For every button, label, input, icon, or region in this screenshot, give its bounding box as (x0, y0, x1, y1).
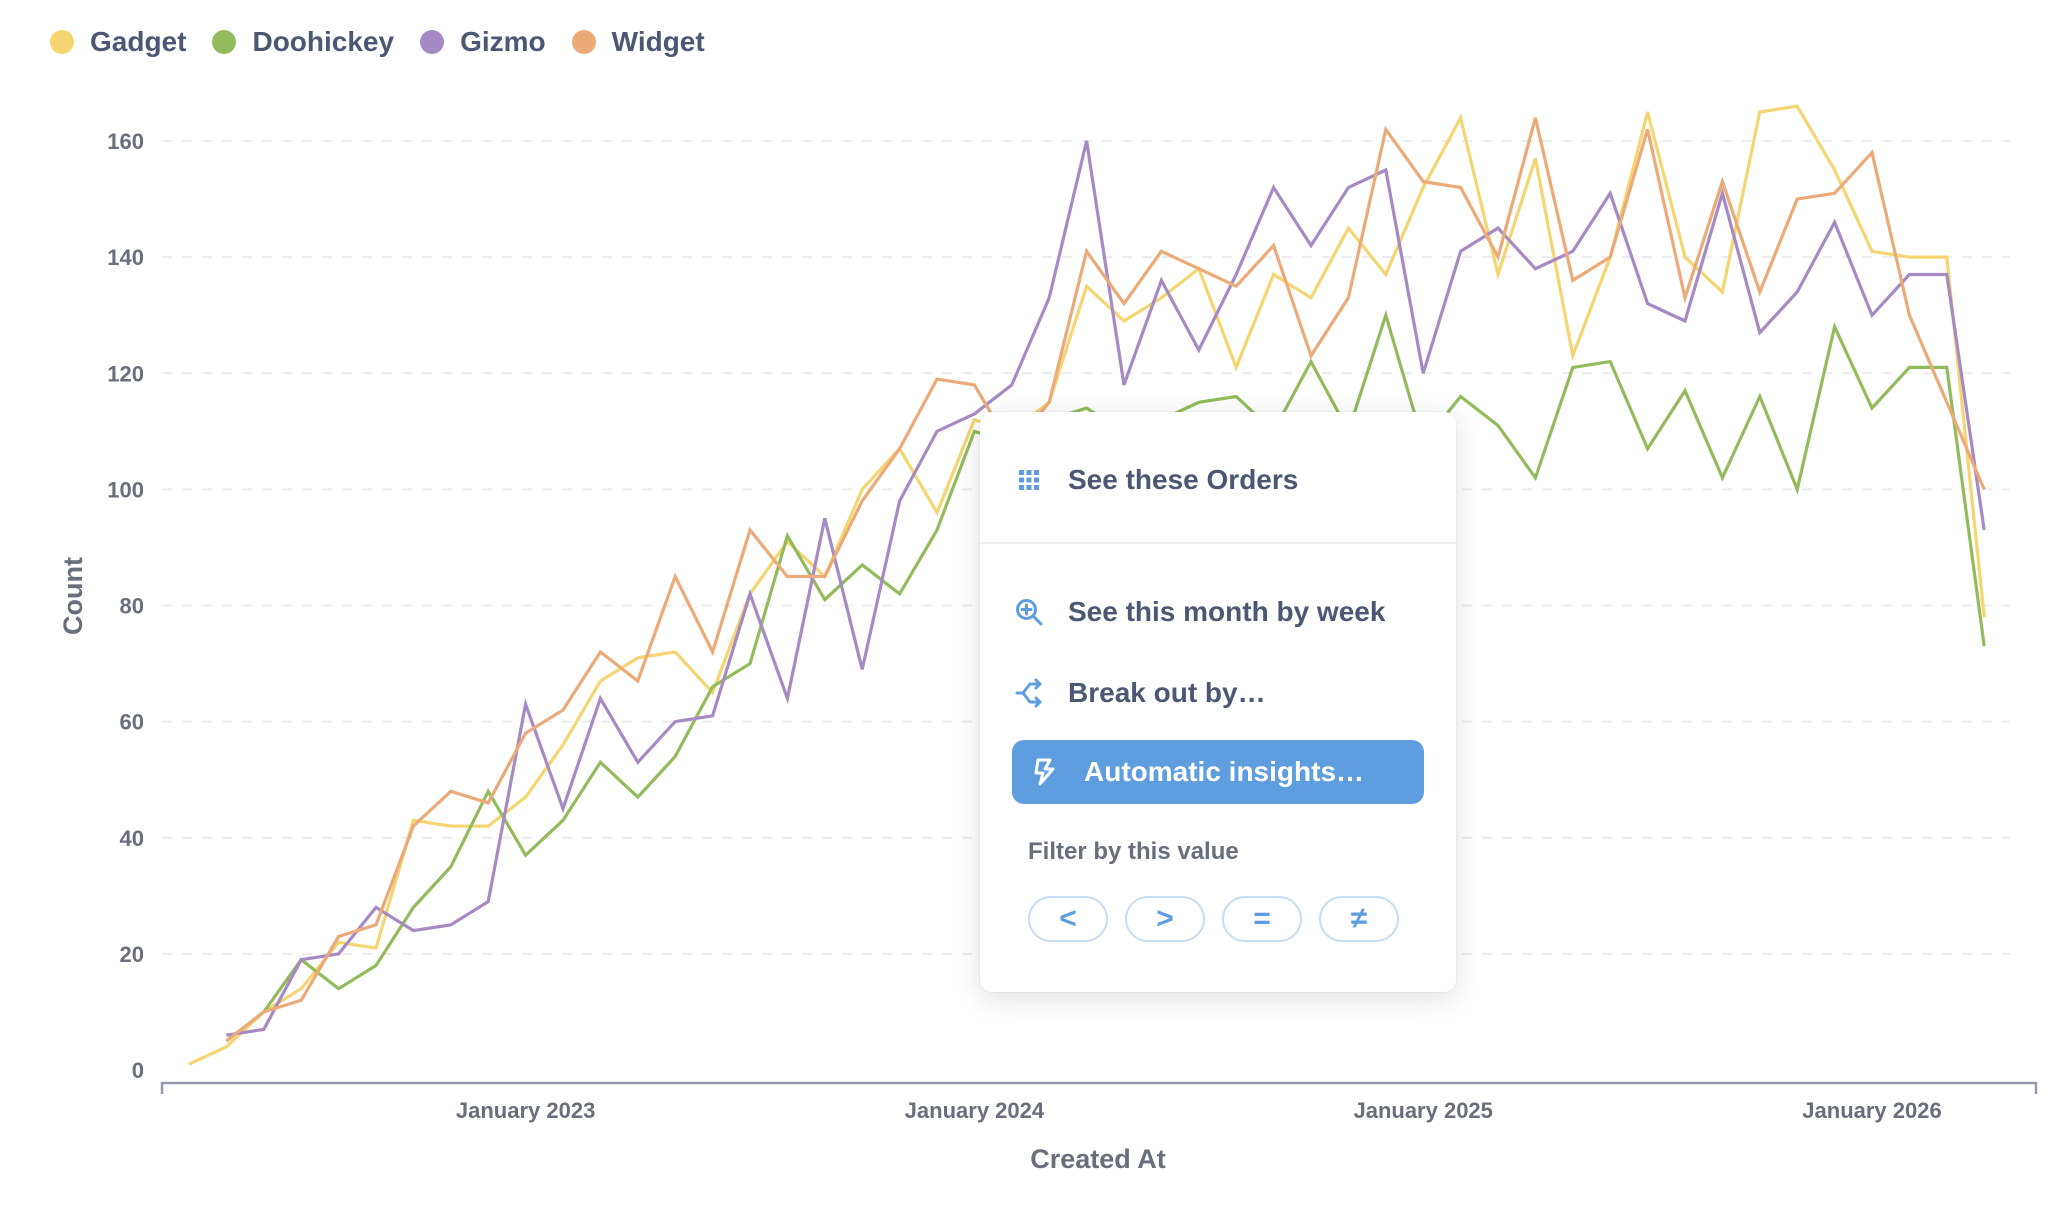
see-these-orders-item[interactable]: See these Orders (1012, 448, 1424, 512)
drill-through-popover: See these Orders See this month by week … (980, 412, 1456, 992)
filter-equals-button[interactable]: = (1222, 896, 1302, 942)
y-tick-label: 40 (120, 826, 144, 851)
zoom-in-icon (1012, 595, 1046, 629)
y-tick-label: 100 (107, 477, 144, 502)
y-tick-label: 140 (107, 245, 144, 270)
filter-not-equals-button[interactable]: ≠ (1319, 896, 1399, 942)
menu-item-label: Break out by… (1068, 677, 1266, 708)
filter-buttons: < > = ≠ (1028, 896, 1399, 942)
break-out-by-item[interactable]: Break out by… (1012, 661, 1424, 725)
divider (980, 542, 1456, 544)
x-axis: January 2023 January 2024 January 2025 Janu… (160, 1081, 2038, 1123)
branch-icon (1012, 676, 1046, 710)
y-tick-label: 120 (107, 361, 144, 386)
menu-item-label: See these Orders (1068, 464, 1299, 495)
x-tick-label: January 2025 (1353, 1098, 1492, 1123)
filter-less-than-button[interactable]: < (1028, 896, 1108, 942)
see-month-by-week-item[interactable]: See this month by week (1012, 580, 1424, 644)
y-tick-label: 0 (132, 1058, 144, 1083)
grid-icon (1012, 463, 1046, 497)
y-tick-label: 60 (120, 710, 144, 735)
x-tick-label: January 2026 (1802, 1098, 1941, 1123)
filter-section-title: Filter by this value (1028, 838, 1239, 865)
menu-item-label: See this month by week (1068, 596, 1386, 627)
x-axis-title: Created At (1030, 1144, 1166, 1174)
automatic-insights-item[interactable]: Automatic insights… (1012, 740, 1424, 804)
filter-greater-than-button[interactable]: > (1125, 896, 1205, 942)
y-tick-label: 160 (107, 129, 144, 154)
x-tick-label: January 2023 (456, 1098, 595, 1123)
y-axis-title: Count (58, 557, 88, 635)
bolt-icon (1028, 755, 1062, 789)
y-tick-label: 20 (120, 942, 144, 967)
x-tick-label: January 2024 (905, 1098, 1045, 1123)
menu-item-label: Automatic insights… (1084, 756, 1365, 787)
y-axis-ticks: 0 20 40 60 80 100 120 140 160 (107, 129, 144, 1083)
y-tick-label: 80 (120, 594, 144, 619)
